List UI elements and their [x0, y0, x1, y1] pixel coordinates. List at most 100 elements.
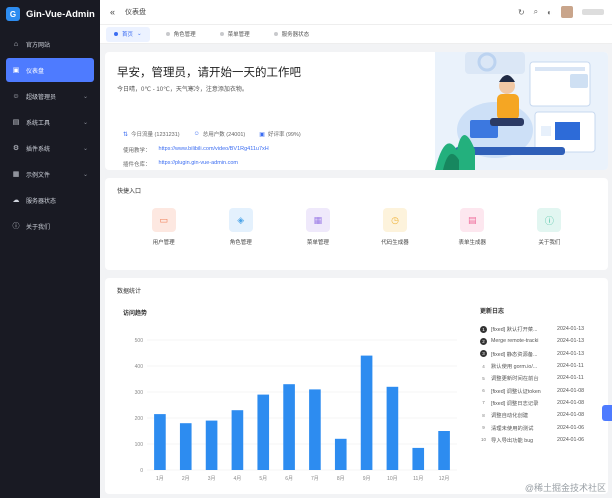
video-link[interactable]: https://www.bilibili.com/video/BV1Rg411u…	[159, 146, 269, 154]
tab-label: 首页	[122, 32, 134, 38]
changelog-item[interactable]: 7 [fixed] 调整日志记录 2024-01-08	[480, 397, 600, 409]
changelog-item[interactable]: 2 Merge remote-tracki 2024-01-13	[480, 335, 600, 347]
changelog-date: 2024-01-08	[557, 412, 585, 419]
theme-icon[interactable]: ◐	[547, 8, 552, 17]
doc-icon[interactable]: ▤	[460, 208, 485, 232]
bar[interactable]	[438, 431, 450, 470]
changelog-item[interactable]: 4 默认使用 gorm.io/... 2024-01-11	[480, 360, 600, 372]
chevron-down-icon: ⌄	[82, 171, 88, 178]
y-tick-label: 0	[140, 468, 143, 474]
bar[interactable]	[386, 386, 399, 470]
greeting-title: 早安，管理员，请开始一天的工作吧	[117, 67, 301, 79]
bar[interactable]	[309, 389, 321, 470]
quick-entry-item[interactable]: ▭ 用户管理	[134, 208, 194, 246]
changelog-item[interactable]: 8 调整自动化创建 2024-01-08	[480, 409, 600, 421]
plugin-label: 插件仓库：	[123, 162, 151, 168]
cloud-icon: ☁	[12, 197, 20, 204]
sidebar-item-3[interactable]: ▤ 系统工具 ⌄	[6, 110, 94, 134]
y-tick-label: 200	[135, 416, 144, 422]
bar[interactable]	[412, 447, 425, 470]
bar[interactable]	[231, 410, 244, 470]
tab-0[interactable]: 首页 ⌄	[106, 26, 150, 42]
changelog-index: 4	[482, 363, 485, 369]
sidebar-item-0[interactable]: ⌂ 官方网站	[6, 32, 94, 56]
tab-3[interactable]: 服务器状态	[266, 27, 318, 42]
quick-entry-item[interactable]: ▦ 菜单管理	[288, 208, 348, 246]
sidebar-item-7[interactable]: ⓘ 关于我们	[6, 214, 94, 238]
changelog-index: 5	[482, 375, 485, 381]
quick-entry-item[interactable]: ⓘ 关于我们	[519, 208, 579, 246]
changelog-item[interactable]: 1 [fixed] 默认打开菜... 2024-01-13	[480, 323, 600, 335]
sidebar-item-1[interactable]: ▣ 仪表盘	[6, 58, 94, 82]
bar[interactable]	[179, 423, 192, 470]
chevron-down-icon[interactable]: ⌄	[137, 31, 142, 37]
users-icon: ☺	[193, 131, 200, 137]
settings-float-button[interactable]	[602, 405, 612, 421]
quick-entry-label: 代码生成器	[381, 240, 409, 246]
bar[interactable]	[205, 420, 218, 470]
clock-icon[interactable]: ◷	[383, 208, 408, 232]
cube-icon[interactable]: ◈	[228, 208, 253, 232]
changelog-text: 调整更新时间在前台	[491, 376, 539, 383]
tab-1[interactable]: 角色管理	[158, 27, 204, 42]
changelog-text: 默认使用 gorm.io/...	[491, 364, 538, 371]
x-tick-label: 1月	[156, 476, 164, 482]
file-icon: ▦	[12, 171, 20, 178]
brand[interactable]: G Gin-Vue-Admin	[0, 0, 100, 28]
changelog-text: [fixed] 调整日志记录	[491, 400, 539, 407]
search-icon[interactable]: ⌕	[534, 7, 538, 17]
page-tabs: 首页 ⌄ 角色管理 菜单管理 服务器状态	[100, 25, 612, 44]
plugin-link-row: 插件仓库： https://plugin.gin-vue-admin.com	[123, 160, 238, 168]
greeting-stat: ☺ 总用户数 (24001)	[194, 130, 246, 138]
avatar[interactable]	[561, 6, 573, 18]
changelog-item[interactable]: 5 调整更新时间在前台 2024-01-11	[480, 372, 600, 384]
quick-entry-list: ▭ 用户管理 ◈ 角色管理 ▦ 菜单管理 ◷ 代码生成器 ▤ 表单生成器 ⓘ 关于我们	[105, 208, 608, 246]
tab-dot-icon	[273, 32, 278, 36]
y-tick-label: 300	[135, 390, 144, 396]
sidebar-item-6[interactable]: ☁ 服务器状态	[6, 188, 94, 212]
changelog-index: 6	[482, 388, 485, 394]
x-tick-label: 9月	[363, 476, 371, 482]
quick-entry-item[interactable]: ◷ 代码生成器	[365, 208, 425, 246]
sidebar-item-2[interactable]: ☺ 超级管理员 ⌄	[6, 84, 94, 108]
info-icon[interactable]: ⓘ	[537, 208, 562, 232]
bar[interactable]	[283, 384, 295, 470]
tab-label: 角色管理	[173, 32, 196, 38]
visit-trend-chart: 访问趋势 0 100 200 300 400 500 1月 2月 3月 4月 5月 6月 7月 8月 9月 1…	[117, 300, 467, 490]
tab-2[interactable]: 菜单管理	[212, 27, 258, 42]
greeting-card: 早安，管理员，请开始一天的工作吧 今日晴，0℃ - 10℃，天气寒冷，注意添加衣…	[105, 52, 608, 170]
changelog-index: 8	[482, 412, 485, 418]
collapse-sidebar-icon[interactable]: «	[110, 7, 115, 17]
sidebar-item-5[interactable]: ▦ 示例文件 ⌄	[6, 162, 94, 186]
x-tick-label: 3月	[208, 476, 216, 482]
sidebar-item-4[interactable]: ⚙ 插件系统 ⌄	[6, 136, 94, 160]
changelog-date: 2024-01-06	[557, 424, 585, 431]
chevron-down-icon: ⌄	[82, 93, 88, 100]
monitor-icon[interactable]: ▭	[151, 208, 176, 232]
changelog-date: 2024-01-11	[557, 375, 584, 382]
bar[interactable]	[257, 394, 270, 470]
changelog-index: 3	[480, 350, 487, 358]
changelog-item[interactable]: 3 [fixed] 静态资源备... 2024-01-13	[480, 348, 600, 360]
changelog-item[interactable]: 10 导入导出功能 bug 2024-01-06	[480, 434, 600, 446]
bar[interactable]	[334, 438, 347, 470]
sidebar-item-label: 插件系统	[26, 146, 51, 153]
watermark: @稀土掘金技术社区	[524, 483, 606, 493]
bar[interactable]	[360, 355, 373, 470]
sidebar-item-label: 仪表盘	[26, 68, 45, 75]
changelog-index: 7	[482, 400, 485, 406]
refresh-icon[interactable]: ↻	[518, 8, 525, 17]
changelog-item[interactable]: 6 [fixed] 调整认证token 2024-01-08	[480, 384, 600, 396]
quick-entry-item[interactable]: ◈ 角色管理	[211, 208, 271, 246]
bar[interactable]	[154, 414, 166, 470]
tab-dot-icon	[114, 32, 118, 36]
changelog-item[interactable]: 9 清理未使用的测试 2024-01-06	[480, 421, 600, 433]
quick-entry-item[interactable]: ▤ 表单生成器	[442, 208, 502, 246]
user-name-blurred[interactable]	[582, 9, 604, 15]
home-icon: ⌂	[13, 40, 19, 48]
grid-icon[interactable]: ▦	[305, 208, 330, 232]
info-icon: ⓘ	[12, 223, 20, 230]
chart-title: 访问趋势	[123, 311, 148, 317]
plugin-link[interactable]: https://plugin.gin-vue-admin.com	[159, 160, 238, 168]
sidebar-item-label: 官方网站	[26, 42, 51, 49]
